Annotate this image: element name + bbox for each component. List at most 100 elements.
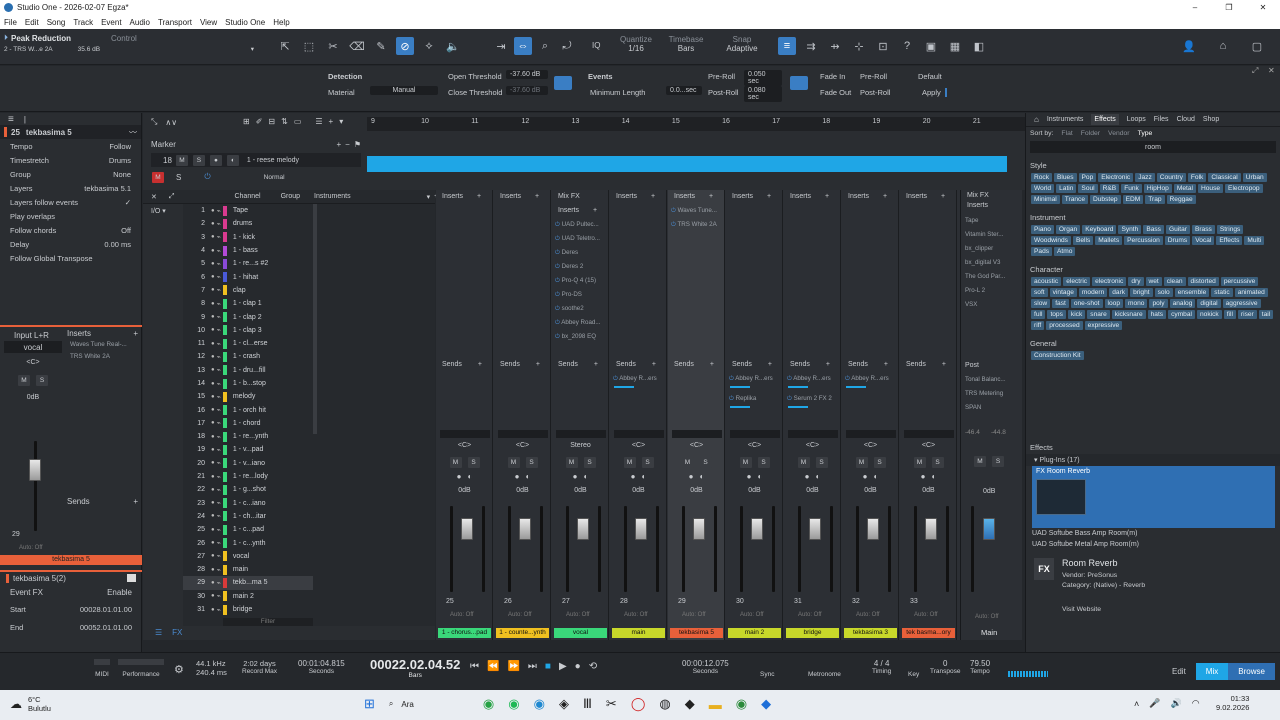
preroll-field[interactable]: 0.050 sec	[744, 70, 782, 86]
open-threshold-field[interactable]: -37.60 dB	[506, 70, 548, 79]
power-icon[interactable]: ⏻	[555, 263, 562, 270]
filter-tag[interactable]: Electronic	[1098, 173, 1134, 182]
maximize-button[interactable]: ❐	[1212, 3, 1246, 12]
add-marker-icon[interactable]: +	[336, 140, 341, 149]
filter-tag[interactable]: percussive	[1220, 277, 1259, 286]
expand-icon[interactable]: ⤢	[1252, 66, 1258, 76]
menu-view[interactable]: View	[200, 18, 217, 27]
taskbar-search[interactable]: ⌕ Ara	[389, 699, 469, 709]
visibility-icon[interactable]: ●	[211, 567, 215, 573]
capcut-icon[interactable]: ✂	[606, 696, 617, 712]
filter-tag[interactable]: mono	[1124, 299, 1148, 308]
strip-mute-button[interactable]: M	[623, 457, 636, 468]
instruments-header[interactable]: Instruments	[314, 193, 351, 200]
filter-tag[interactable]: electronic	[1092, 277, 1127, 286]
channel-fader[interactable]	[577, 518, 589, 540]
add-insert-icon[interactable]: +	[941, 193, 945, 200]
track-list-row[interactable]: 29 ● ⌁ tekb...ma 5	[183, 576, 313, 590]
channel-fader[interactable]	[809, 518, 821, 540]
track-list-row[interactable]: 3 ● ⌁ 1 - kick	[183, 231, 313, 244]
inspector-track-name[interactable]: tekbasima 5	[26, 128, 72, 137]
visibility-icon[interactable]: ●	[211, 287, 215, 293]
listen-tool-icon[interactable]: 🔈	[444, 37, 462, 55]
record-arm-button[interactable]: ●	[457, 472, 462, 481]
tray-chevron-icon[interactable]: ˄	[1134, 699, 1139, 709]
visibility-icon[interactable]: ●	[211, 447, 215, 453]
inserts-header[interactable]: Inserts +	[610, 190, 666, 204]
sends-label[interactable]: Sends	[67, 497, 90, 506]
automation-mode[interactable]: Auto: Off	[798, 612, 822, 618]
performance-meter[interactable]: Performance	[118, 659, 164, 678]
add-insert-icon[interactable]: +	[767, 193, 771, 200]
filter-tag[interactable]: acoustic	[1031, 277, 1062, 286]
track-view-icon[interactable]: ⊞	[243, 117, 250, 126]
pan-knob[interactable]: <C>	[610, 442, 667, 449]
edit-icon[interactable]: ✐	[256, 117, 263, 126]
filter-tag[interactable]: Blues	[1054, 173, 1077, 182]
quantize-control[interactable]: Quantize 1/16	[616, 35, 656, 53]
sends-header[interactable]: Sends +	[668, 358, 725, 372]
main-insert-slot[interactable]: Tape	[961, 214, 1022, 228]
visibility-icon[interactable]: ●	[211, 487, 215, 493]
inspector-row-value[interactable]: Off	[121, 226, 131, 235]
main-mute-button[interactable]: M	[974, 456, 986, 467]
video-icon[interactable]: ▣	[922, 37, 940, 55]
record-arm-button[interactable]: ●	[631, 472, 636, 481]
channel-name-plate[interactable]: tekbasima 3	[844, 628, 897, 638]
insert-slot[interactable]: ⏻ UAD Teletro...	[552, 232, 608, 246]
filter-tag[interactable]: cymbal	[1168, 310, 1195, 319]
filter-tag[interactable]: modern	[1078, 288, 1108, 297]
sort-option-folder[interactable]: Folder	[1081, 130, 1100, 137]
track-clip-name[interactable]: 1 - reese melody	[247, 157, 299, 164]
chrome-icon[interactable]: ◉	[736, 696, 747, 712]
layout-icon[interactable]: ▦	[946, 37, 964, 55]
send-level[interactable]	[846, 386, 866, 388]
track-list-row[interactable]: 5 ● ⌁ 1 - re...s #2	[183, 257, 313, 270]
add-insert-icon[interactable]: +	[477, 193, 481, 200]
track-list-row[interactable]: 8 ● ⌁ 1 - clap 1	[183, 297, 313, 310]
pan-control[interactable]: <C>	[4, 359, 62, 375]
main-mixfx[interactable]: Mix FX	[961, 190, 1022, 202]
filter-tag[interactable]: aggressive	[1222, 299, 1261, 308]
strip-title[interactable]: Mix FX	[552, 190, 608, 204]
channel-name-plate[interactable]: 1 - chorus...pad	[438, 628, 491, 638]
filter-tag[interactable]: Rock	[1031, 173, 1053, 182]
record-arm-button[interactable]: ●	[515, 472, 520, 481]
power-icon[interactable]: ⏻	[555, 249, 562, 256]
filter-tag[interactable]: nokick	[1196, 310, 1222, 319]
strip-mute-button[interactable]: M	[507, 457, 520, 468]
visibility-icon[interactable]: ●	[211, 341, 215, 347]
visibility-icon[interactable]: ●	[211, 274, 215, 280]
power-icon[interactable]: ⏻	[787, 395, 794, 402]
channel-fader[interactable]	[925, 518, 937, 540]
enable-button[interactable]: Enable	[107, 588, 132, 597]
mute-tool-icon[interactable]: ⊘	[396, 37, 414, 55]
monitor-button[interactable]: ◐	[584, 472, 589, 481]
insert-slot[interactable]: ⏻ Pro-DS	[552, 288, 608, 302]
main-auto[interactable]: Auto: Off	[975, 614, 999, 620]
post-label[interactable]: Post	[965, 362, 979, 369]
result-metal-amp[interactable]: UAD Softube Metal Amp Room(m)	[1026, 539, 1280, 550]
postroll-field[interactable]: 0.080 sec	[744, 86, 782, 102]
filter-tag[interactable]: bright	[1130, 288, 1153, 297]
automation-mode[interactable]: Auto: Off	[624, 612, 648, 618]
inserts-header[interactable]: Inserts +	[900, 190, 956, 204]
visibility-icon[interactable]: ●	[211, 460, 215, 466]
snap-toggle-icon[interactable]: ⇔	[514, 37, 532, 55]
visibility-icon[interactable]: ●	[211, 500, 215, 506]
mix-view-button[interactable]: Mix	[1195, 663, 1229, 680]
track-list-row[interactable]: 7 ● ⌁ clap	[183, 284, 313, 297]
main-solo-button[interactable]: S	[992, 456, 1004, 467]
channel-name-plate[interactable]: main 2	[728, 628, 781, 638]
waveform-icon[interactable]: 〰	[129, 127, 137, 138]
filter-tag[interactable]: wet	[1145, 277, 1162, 286]
filter-tag[interactable]: Dubstep	[1090, 195, 1121, 204]
filter-tag[interactable]: Country	[1156, 173, 1186, 182]
add-send-icon[interactable]: +	[536, 361, 540, 368]
close-window-button[interactable]: ✕	[1246, 3, 1280, 12]
window-icon[interactable]: ▢	[1248, 37, 1266, 55]
pan-knob[interactable]: Stereo	[552, 442, 609, 449]
record-arm-button[interactable]: ●	[747, 472, 752, 481]
browser-home-icon[interactable]: ⌂	[1034, 115, 1039, 124]
filter-tag[interactable]: Organ	[1055, 225, 1081, 234]
